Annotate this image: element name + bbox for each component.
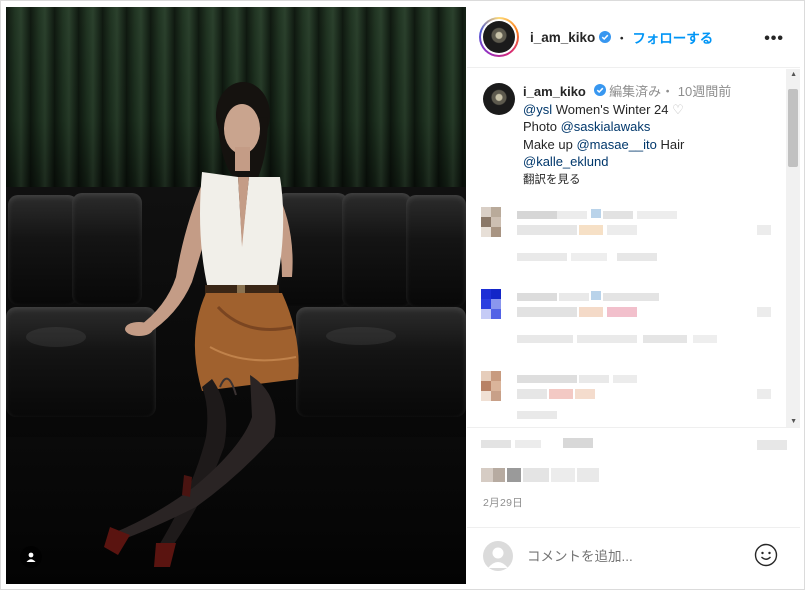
caption-line2-text: Photo (523, 119, 561, 134)
follow-button[interactable]: フォローする (632, 27, 713, 47)
comments-scrollbar[interactable]: ▲ ▼ (786, 69, 800, 427)
caption-username[interactable]: i_am_kiko (523, 84, 586, 99)
mention-photographer[interactable]: @saskialawaks (561, 119, 651, 134)
comment-input[interactable] (527, 548, 747, 564)
pixelated-comments (481, 207, 771, 419)
emoji-icon[interactable] (754, 543, 778, 567)
caption-body: i_am_kiko 編集済み・ 10週間前 @ysl Women's Winte… (523, 83, 783, 189)
heart-outline-icon: ♡ (672, 101, 684, 117)
header-username[interactable]: i_am_kiko (530, 30, 595, 45)
post-date: 2月29日 (483, 497, 524, 509)
mention-makeup[interactable]: @masae__ito (576, 137, 656, 152)
more-options-icon[interactable]: ••• (764, 30, 784, 48)
scrollbar-thumb[interactable] (788, 89, 798, 167)
story-ring[interactable] (479, 17, 519, 57)
caption-line3-text: Make up (523, 136, 577, 152)
avatar (483, 21, 515, 53)
caption-line1-text: Women's Winter 24 (552, 101, 673, 117)
scroll-up-arrow-icon[interactable]: ▲ (790, 71, 797, 78)
caption-avatar[interactable] (483, 83, 515, 115)
post-header: i_am_kiko ・ フォローする ••• (467, 7, 800, 68)
verified-badge-icon (593, 84, 606, 96)
caption-line3-suffix: Hair (656, 136, 685, 152)
add-comment-bar (467, 527, 800, 584)
model-figure (104, 82, 299, 567)
post-dialog: i_am_kiko ・ フォローする ••• i_am_kiko 編集済み・ 1… (0, 0, 805, 590)
mention-ysl[interactable]: @ysl (523, 102, 552, 117)
post-photo[interactable] (6, 7, 466, 584)
commenter-avatar (483, 541, 513, 571)
mention-hair[interactable]: @kalle_eklund (523, 154, 608, 169)
user-tag-icon[interactable] (20, 546, 42, 568)
comments-section[interactable]: i_am_kiko 編集済み・ 10週間前 @ysl Women's Winte… (467, 69, 800, 427)
post-side-panel: i_am_kiko ・ フォローする ••• i_am_kiko 編集済み・ 1… (467, 7, 800, 584)
separator-dot: ・ (615, 30, 629, 46)
caption-meta: 編集済み・ 10週間前 (609, 84, 732, 99)
pixelated-like-summary (481, 438, 787, 482)
translate-button[interactable]: 翻訳を見る (523, 172, 783, 190)
verified-badge-icon (599, 31, 612, 43)
scroll-down-arrow-icon[interactable]: ▼ (790, 418, 797, 425)
